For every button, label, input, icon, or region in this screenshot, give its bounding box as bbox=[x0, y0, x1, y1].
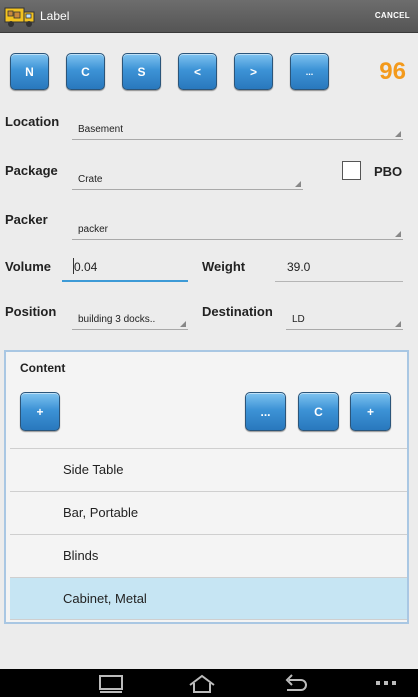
list-item[interactable]: Blinds bbox=[10, 534, 407, 577]
add-content-button[interactable]: + bbox=[20, 392, 60, 431]
cancel-button[interactable]: CANCEL bbox=[375, 11, 410, 20]
weight-label: Weight bbox=[202, 259, 246, 274]
package-label: Package bbox=[5, 163, 58, 178]
home-icon[interactable] bbox=[187, 673, 217, 693]
package-value: Crate bbox=[78, 174, 103, 185]
destination-label: Destination bbox=[202, 304, 273, 319]
n-button[interactable]: N bbox=[10, 53, 49, 90]
pbo-label: PBO bbox=[374, 164, 403, 179]
dropdown-arrow-icon bbox=[395, 131, 401, 137]
weight-value: 39.0 bbox=[287, 260, 311, 274]
moving-truck-icon[interactable] bbox=[4, 3, 36, 29]
volume-field[interactable]: 0.04 bbox=[62, 256, 188, 282]
packer-spinner[interactable]: packer bbox=[72, 218, 403, 240]
back-icon[interactable] bbox=[283, 673, 309, 693]
location-value: Basement bbox=[78, 124, 124, 135]
dropdown-arrow-icon bbox=[180, 321, 186, 327]
c-button[interactable]: C bbox=[66, 53, 105, 90]
dropdown-arrow-icon bbox=[395, 321, 401, 327]
list-item-selected[interactable]: Cabinet, Metal bbox=[10, 577, 407, 620]
content-title: Content bbox=[20, 361, 66, 375]
destination-spinner[interactable]: LD bbox=[286, 308, 403, 330]
location-spinner[interactable]: Basement bbox=[72, 118, 403, 140]
position-spinner[interactable]: building 3 docks.. bbox=[72, 308, 188, 330]
destination-value: LD bbox=[292, 314, 305, 325]
pbo-checkbox[interactable] bbox=[342, 161, 361, 180]
content-c-button[interactable]: C bbox=[298, 392, 339, 431]
recent-apps-icon[interactable] bbox=[98, 673, 124, 693]
packer-value: packer bbox=[78, 224, 109, 235]
package-spinner[interactable]: Crate bbox=[72, 168, 303, 190]
packer-label: Packer bbox=[5, 212, 48, 227]
dropdown-arrow-icon bbox=[395, 231, 401, 237]
content-add-button[interactable]: + bbox=[350, 392, 391, 431]
location-label: Location bbox=[5, 114, 60, 129]
navigation-bar bbox=[0, 669, 418, 697]
item-count: 96 bbox=[379, 58, 406, 85]
volume-value: 0.04 bbox=[74, 260, 98, 274]
app-title: Label bbox=[40, 9, 70, 23]
more-button[interactable]: ... bbox=[290, 53, 329, 90]
content-panel: Content + ... C + Side Table Bar, Portab… bbox=[4, 350, 409, 624]
content-more-button[interactable]: ... bbox=[245, 392, 286, 431]
s-button[interactable]: S bbox=[122, 53, 161, 90]
weight-field[interactable]: 39.0 bbox=[275, 256, 403, 282]
list-item[interactable]: Bar, Portable bbox=[10, 491, 407, 534]
next-button[interactable]: > bbox=[234, 53, 273, 90]
list-item[interactable]: Side Table bbox=[10, 448, 407, 491]
volume-label: Volume bbox=[5, 259, 51, 274]
position-label: Position bbox=[5, 304, 57, 319]
action-bar: Label CANCEL bbox=[0, 0, 418, 33]
menu-icon[interactable] bbox=[374, 677, 398, 691]
content-list: Side Table Bar, Portable Blinds Cabinet,… bbox=[10, 448, 407, 620]
dropdown-arrow-icon bbox=[295, 181, 301, 187]
previous-button[interactable]: < bbox=[178, 53, 217, 90]
position-value: building 3 docks.. bbox=[78, 314, 156, 325]
